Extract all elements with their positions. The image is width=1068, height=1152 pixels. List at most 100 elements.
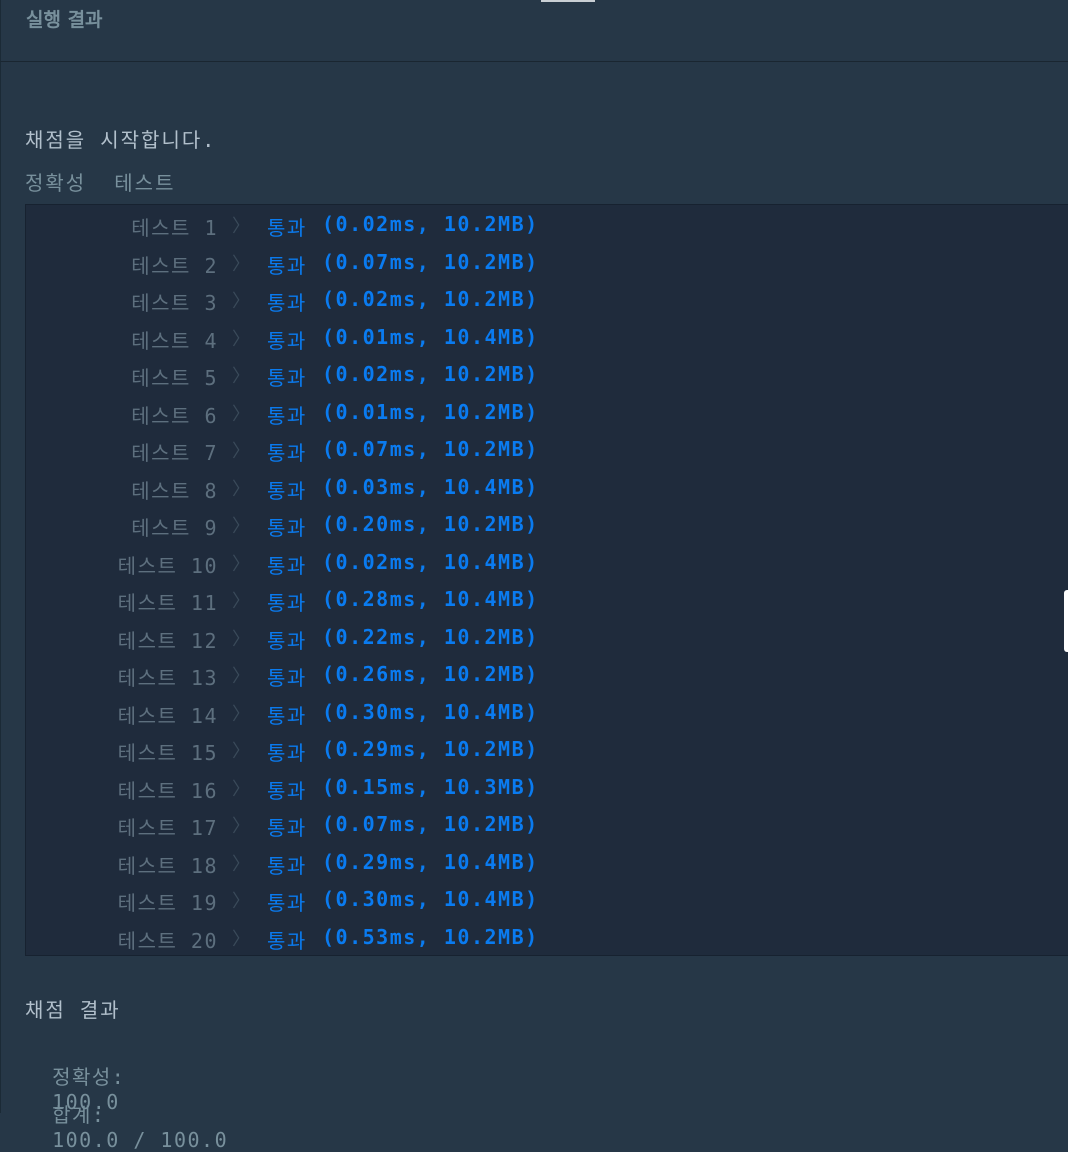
- test-metrics: (0.53ms, 10.2MB): [322, 924, 539, 949]
- test-result-row: 테스트 12 〉 통과 (0.22ms, 10.2MB): [26, 625, 1066, 662]
- test-case-label: 테스트 6: [131, 403, 218, 428]
- test-result-row: 테스트 13 〉 통과 (0.26ms, 10.2MB): [26, 662, 1066, 699]
- test-result-row: 테스트 14 〉 통과 (0.30ms, 10.4MB): [26, 700, 1066, 737]
- test-result-row: 테스트 5 〉 통과 (0.02ms, 10.2MB): [26, 362, 1066, 399]
- test-case-label: 테스트 16: [117, 778, 218, 803]
- test-case-label: 테스트 20: [117, 928, 218, 953]
- test-metrics: (0.02ms, 10.2MB): [322, 362, 539, 386]
- chevron-right-icon: 〉: [232, 328, 252, 350]
- test-result-row: 테스트 8 〉 통과 (0.03ms, 10.4MB): [26, 475, 1066, 512]
- test-case-label: 테스트 1: [131, 216, 218, 240]
- test-metrics: (0.01ms, 10.2MB): [322, 399, 539, 424]
- side-panel-tab[interactable]: [1064, 590, 1068, 652]
- test-status: 통과: [267, 441, 307, 465]
- chevron-right-icon: 〉: [232, 816, 252, 837]
- test-result-row: 테스트 2 〉 통과 (0.07ms, 10.2MB): [26, 250, 1066, 287]
- test-case-label: 테스트 13: [117, 666, 218, 690]
- test-case-label: 테스트 17: [117, 816, 218, 840]
- test-metrics: (0.07ms, 10.2MB): [322, 249, 539, 274]
- chevron-right-icon: 〉: [232, 628, 252, 650]
- test-case-label: 테스트 18: [117, 853, 218, 878]
- test-metrics: (0.29ms, 10.2MB): [322, 737, 539, 761]
- test-status: 통과: [267, 253, 307, 278]
- test-metrics: (0.02ms, 10.2MB): [322, 212, 539, 236]
- test-metrics: (0.07ms, 10.2MB): [322, 812, 539, 836]
- test-status: 통과: [267, 403, 307, 428]
- test-metrics: (0.26ms, 10.2MB): [322, 662, 539, 686]
- panel-resize-handle[interactable]: [541, 0, 595, 2]
- test-case-label: 테스트 8: [131, 478, 218, 503]
- test-case-label: 테스트 12: [117, 628, 218, 653]
- chevron-right-icon: 〉: [232, 853, 252, 875]
- test-case-label: 테스트 15: [117, 741, 218, 765]
- test-result-row: 테스트 15 〉 통과 (0.29ms, 10.2MB): [26, 737, 1066, 774]
- chevron-right-icon: 〉: [232, 666, 252, 687]
- test-status: 통과: [267, 628, 307, 653]
- panel-border: [0, 62, 1, 1113]
- test-case-label: 테스트 9: [131, 516, 218, 540]
- chevron-right-icon: 〉: [232, 366, 252, 387]
- test-status: 통과: [267, 928, 307, 953]
- test-result-row: 테스트 19 〉 통과 (0.30ms, 10.4MB): [26, 887, 1066, 924]
- chevron-right-icon: 〉: [232, 291, 252, 312]
- chevron-right-icon: 〉: [232, 891, 252, 912]
- output-title: 실행 결과: [26, 9, 103, 31]
- chevron-right-icon: 〉: [232, 516, 252, 537]
- test-status: 통과: [267, 366, 307, 390]
- test-status: 통과: [267, 291, 307, 315]
- test-metrics: (0.01ms, 10.4MB): [322, 324, 539, 349]
- output-panel-header: 실행 결과: [0, 0, 1068, 62]
- test-results-list: 테스트 1 〉 통과 (0.02ms, 10.2MB) 테스트 2 〉 통과 (0.07ms,…: [25, 204, 1068, 956]
- test-status: 통과: [267, 816, 307, 840]
- test-result-row: 테스트 10 〉 통과 (0.02ms, 10.4MB): [26, 550, 1066, 587]
- total-score-line: 합계: 100.0 / 100.0: [25, 1075, 228, 1152]
- test-status: 통과: [267, 591, 307, 615]
- test-result-row: 테스트 20 〉 통과 (0.53ms, 10.2MB): [26, 925, 1066, 962]
- test-case-label: 테스트 11: [117, 591, 218, 615]
- test-metrics: (0.30ms, 10.4MB): [322, 887, 539, 911]
- test-status: 통과: [267, 778, 307, 803]
- test-status: 통과: [267, 666, 307, 690]
- chevron-right-icon: 〉: [232, 403, 252, 425]
- test-case-label: 테스트 14: [117, 703, 218, 728]
- test-result-row: 테스트 17 〉 통과 (0.07ms, 10.2MB): [26, 812, 1066, 849]
- accuracy-test-heading: 정확성 테스트: [25, 171, 176, 195]
- test-case-label: 테스트 2: [131, 253, 218, 278]
- chevron-right-icon: 〉: [232, 553, 252, 575]
- total-score-value: 100.0 / 100.0: [52, 1128, 229, 1152]
- chevron-right-icon: 〉: [232, 741, 252, 762]
- chevron-right-icon: 〉: [232, 591, 252, 612]
- test-status: 통과: [267, 891, 307, 915]
- test-status: 통과: [267, 216, 307, 240]
- test-result-row: 테스트 4 〉 통과 (0.01ms, 10.4MB): [26, 325, 1066, 362]
- test-status: 통과: [267, 478, 307, 503]
- test-result-row: 테스트 1 〉 통과 (0.02ms, 10.2MB): [26, 212, 1066, 249]
- test-case-label: 테스트 4: [131, 328, 218, 353]
- test-result-row: 테스트 7 〉 통과 (0.07ms, 10.2MB): [26, 437, 1066, 474]
- test-metrics: (0.03ms, 10.4MB): [322, 474, 539, 499]
- test-status: 통과: [267, 853, 307, 878]
- grading-summary-title: 채점 결과: [25, 998, 121, 1022]
- test-status: 통과: [267, 703, 307, 728]
- test-result-row: 테스트 3 〉 통과 (0.02ms, 10.2MB): [26, 287, 1066, 324]
- chevron-right-icon: 〉: [232, 216, 252, 237]
- test-result-row: 테스트 18 〉 통과 (0.29ms, 10.4MB): [26, 850, 1066, 887]
- chevron-right-icon: 〉: [232, 441, 252, 462]
- test-metrics: (0.29ms, 10.4MB): [322, 849, 539, 874]
- test-status: 통과: [267, 516, 307, 540]
- test-metrics: (0.07ms, 10.2MB): [322, 437, 539, 461]
- chevron-right-icon: 〉: [232, 478, 252, 500]
- test-result-row: 테스트 6 〉 통과 (0.01ms, 10.2MB): [26, 400, 1066, 437]
- test-metrics: (0.22ms, 10.2MB): [322, 624, 539, 649]
- test-case-label: 테스트 19: [117, 891, 218, 915]
- test-case-label: 테스트 10: [117, 553, 218, 578]
- test-result-row: 테스트 16 〉 통과 (0.15ms, 10.3MB): [26, 775, 1066, 812]
- test-status: 통과: [267, 741, 307, 765]
- test-status: 통과: [267, 328, 307, 353]
- test-case-label: 테스트 3: [131, 291, 218, 315]
- chevron-right-icon: 〉: [232, 928, 252, 950]
- chevron-right-icon: 〉: [232, 253, 252, 275]
- test-metrics: (0.30ms, 10.4MB): [322, 699, 539, 724]
- grading-start-message: 채점을 시작합니다.: [25, 128, 217, 152]
- test-case-label: 테스트 5: [131, 366, 218, 390]
